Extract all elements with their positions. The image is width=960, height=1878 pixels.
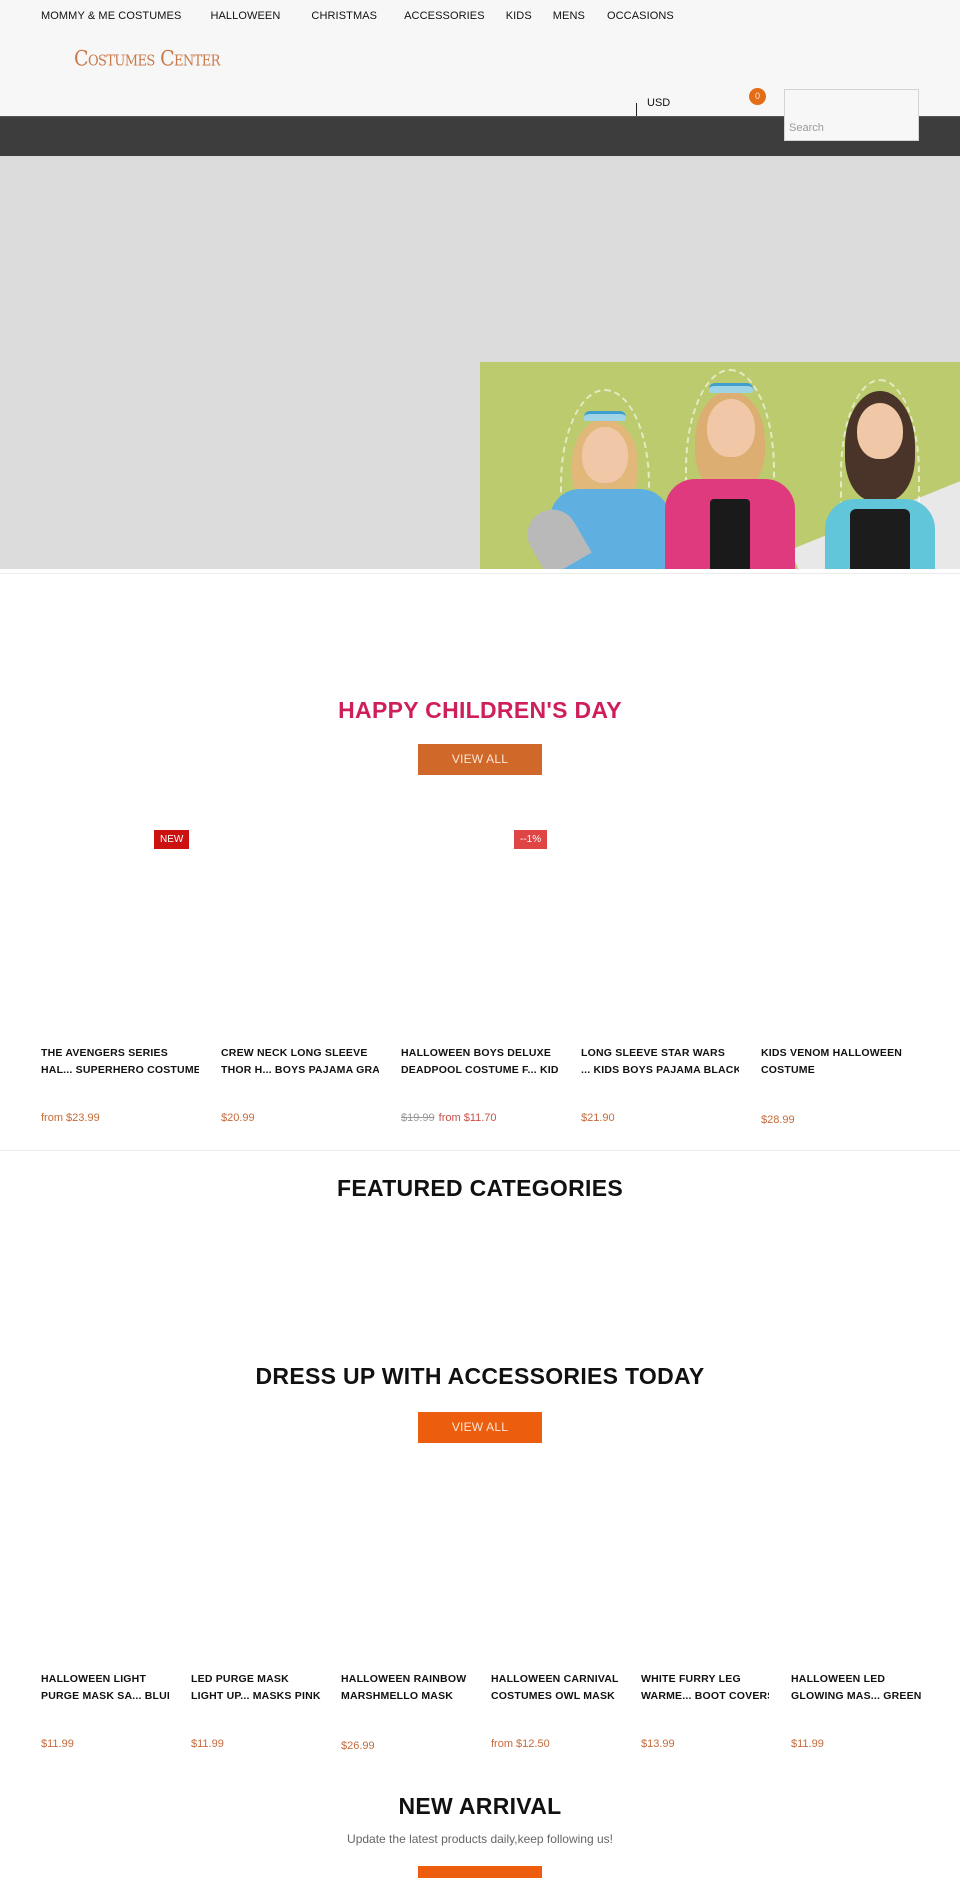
- product-title-line2[interactable]: PURGE MASK SA... BLUE: [41, 1688, 169, 1705]
- product-title-line2[interactable]: DEADPOOL COSTUME F... KIDS: [401, 1062, 559, 1079]
- product-price: $20.99: [221, 1112, 255, 1124]
- section-separator: [0, 1150, 960, 1151]
- view-all-accessories-button[interactable]: VIEW ALL: [418, 1412, 542, 1443]
- product-title-line1[interactable]: CREW NECK LONG SLEEVE: [221, 1045, 379, 1062]
- hero-child-figure: [518, 389, 670, 569]
- nav-item-occasions[interactable]: OCCASIONS: [607, 10, 674, 22]
- product-card[interactable]: HALLOWEEN BOYS DELUXE DEADPOOL COSTUME F…: [401, 1045, 559, 1135]
- price-value: $26.99: [341, 1740, 375, 1752]
- hero-separator: [0, 573, 960, 574]
- hero-child-figure: [665, 369, 795, 569]
- product-title-line2[interactable]: MARSHMELLO MASK: [341, 1688, 471, 1705]
- product-price: $13.99: [641, 1738, 675, 1750]
- product-title-line2[interactable]: GLOWING MAS... GREEN: [791, 1688, 926, 1705]
- product-price: $21.90: [581, 1112, 615, 1124]
- hero-image-children-costumes[interactable]: [480, 362, 960, 569]
- new-arrival-subtitle: Update the latest products daily,keep fo…: [347, 1832, 613, 1846]
- nav-item-mommy-me-costumes[interactable]: MOMMY & ME COSTUMES: [41, 10, 181, 22]
- search-box[interactable]: [784, 89, 919, 141]
- cart-count-badge[interactable]: 0: [749, 88, 766, 105]
- product-title-line1[interactable]: HALLOWEEN RAINBOW: [341, 1671, 471, 1688]
- section-title-new-arrival: NEW ARRIVAL: [398, 1793, 562, 1819]
- product-price: $28.99: [761, 1114, 795, 1126]
- nav-item-mens[interactable]: MENS: [553, 10, 585, 22]
- product-title-line1[interactable]: HALLOWEEN BOYS DELUXE: [401, 1045, 559, 1062]
- product-price: $11.99: [791, 1738, 824, 1750]
- product-price: $26.99: [341, 1740, 375, 1752]
- price-value: from $23.99: [41, 1112, 100, 1124]
- product-title-line1[interactable]: WHITE FURRY LEG: [641, 1671, 769, 1688]
- product-card[interactable]: CREW NECK LONG SLEEVE THOR H... BOYS PAJ…: [221, 1045, 379, 1135]
- hero-child-figure: [815, 379, 945, 569]
- price-value: from $12.50: [491, 1738, 550, 1750]
- price-value: $28.99: [761, 1114, 795, 1126]
- product-title-line2[interactable]: THOR H... BOYS PAJAMA GRAY: [221, 1062, 379, 1079]
- product-title-line2[interactable]: WARME... BOOT COVERS: [641, 1688, 769, 1705]
- product-title-line2[interactable]: HAL... SUPERHERO COSTUMES: [41, 1062, 199, 1079]
- main-nav: MOMMY & ME COSTUMES HALLOWEEN CHRISTMAS …: [41, 10, 674, 22]
- product-price: $11.99: [41, 1738, 74, 1750]
- price-value: $13.99: [641, 1738, 675, 1750]
- product-title-line1[interactable]: HALLOWEEN LED: [791, 1671, 926, 1688]
- product-card[interactable]: KIDS VENOM HALLOWEEN COSTUME $28.99: [761, 1045, 921, 1135]
- nav-item-kids[interactable]: KIDS: [506, 10, 532, 22]
- product-title-line1[interactable]: KIDS VENOM HALLOWEEN: [761, 1045, 921, 1062]
- price-value: $21.90: [581, 1112, 615, 1124]
- currency-divider: [636, 103, 637, 117]
- view-all-childrens-day-button[interactable]: VIEW ALL: [418, 744, 542, 775]
- section-title-accessories: DRESS UP WITH ACCESSORIES TODAY: [255, 1363, 705, 1389]
- section-title-featured-categories: FEATURED CATEGORIES: [337, 1175, 623, 1201]
- view-all-new-arrival-button[interactable]: [418, 1866, 542, 1878]
- product-card[interactable]: WHITE FURRY LEG WARME... BOOT COVERS $13…: [641, 1671, 769, 1761]
- product-title-line1[interactable]: HALLOWEEN CARNIVAL: [491, 1671, 621, 1688]
- price-value: $11.99: [191, 1738, 224, 1750]
- product-card[interactable]: LONG SLEEVE STAR WARS ... KIDS BOYS PAJA…: [581, 1045, 739, 1135]
- original-price: $19.99: [401, 1112, 435, 1124]
- price-value: $11.99: [791, 1738, 824, 1750]
- site-logo[interactable]: Costumes Center: [74, 46, 220, 71]
- product-title-line2[interactable]: COSTUMES OWL MASK: [491, 1688, 621, 1705]
- product-title-line2[interactable]: LIGHT UP... MASKS PINK: [191, 1688, 321, 1705]
- product-title-line2[interactable]: COSTUME: [761, 1062, 921, 1079]
- product-price: from $23.99: [41, 1112, 100, 1124]
- product-title-line1[interactable]: THE AVENGERS SERIES: [41, 1045, 199, 1062]
- discount-badge: --1%: [514, 830, 548, 849]
- product-title-line2[interactable]: ... KIDS BOYS PAJAMA BLACK: [581, 1062, 739, 1079]
- product-title-line1[interactable]: LED PURGE MASK: [191, 1671, 321, 1688]
- product-card[interactable]: HALLOWEEN LED GLOWING MAS... GREEN $11.9…: [791, 1671, 926, 1761]
- price-value: $11.99: [41, 1738, 74, 1750]
- product-card[interactable]: HALLOWEEN LIGHT PURGE MASK SA... BLUE $1…: [41, 1671, 169, 1761]
- new-badge: NEW: [154, 830, 190, 849]
- product-card[interactable]: THE AVENGERS SERIES HAL... SUPERHERO COS…: [41, 1045, 199, 1135]
- currency-selector[interactable]: USD: [647, 97, 670, 109]
- product-card[interactable]: HALLOWEEN RAINBOW MARSHMELLO MASK $26.99: [341, 1671, 471, 1761]
- nav-item-christmas[interactable]: CHRISTMAS: [311, 10, 377, 22]
- search-input[interactable]: [789, 122, 909, 134]
- nav-item-accessories[interactable]: ACCESSORIES: [404, 10, 485, 22]
- hero-banner: [0, 156, 960, 569]
- price-value: $20.99: [221, 1112, 255, 1124]
- product-title-line1[interactable]: HALLOWEEN LIGHT: [41, 1671, 169, 1688]
- product-price: $11.99: [191, 1738, 224, 1750]
- product-price: $19.99 from $11.70: [401, 1112, 497, 1124]
- section-title-childrens-day: HAPPY CHILDREN'S DAY: [338, 697, 622, 723]
- sale-price: from $11.70: [438, 1112, 497, 1124]
- product-card[interactable]: LED PURGE MASK LIGHT UP... MASKS PINK $1…: [191, 1671, 321, 1761]
- product-card[interactable]: HALLOWEEN CARNIVAL COSTUMES OWL MASK fro…: [491, 1671, 621, 1761]
- product-price: from $12.50: [491, 1738, 550, 1750]
- product-title-line1[interactable]: LONG SLEEVE STAR WARS: [581, 1045, 739, 1062]
- nav-item-halloween[interactable]: HALLOWEEN: [210, 10, 280, 22]
